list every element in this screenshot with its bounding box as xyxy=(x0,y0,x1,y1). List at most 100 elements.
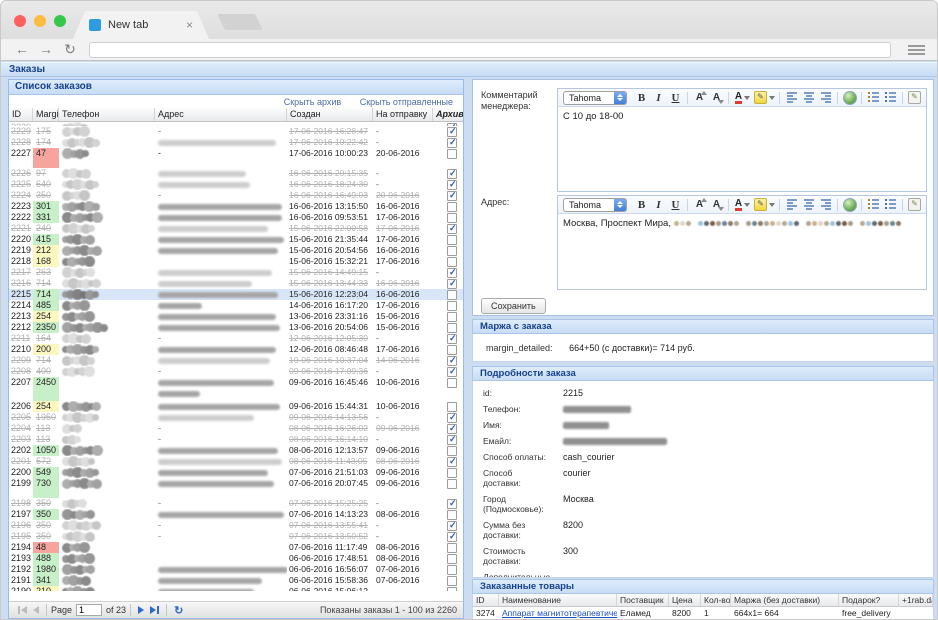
archived-checkbox[interactable] xyxy=(447,345,457,355)
archived-checkbox[interactable] xyxy=(447,334,457,344)
underline-icon[interactable] xyxy=(668,90,683,105)
back-icon[interactable]: ← xyxy=(13,41,31,57)
order-row-2193[interactable]: 219348806-06-2016 17:48:5108-06-2016 xyxy=(9,553,463,564)
product-link[interactable]: Аппарат магнитотерапевтический ... xyxy=(502,608,617,618)
product-column-header-1[interactable]: Наименование xyxy=(499,594,617,606)
underline-icon[interactable] xyxy=(668,197,683,212)
archived-checkbox[interactable] xyxy=(447,127,457,137)
archived-checkbox[interactable] xyxy=(447,224,457,234)
order-row-2195[interactable]: 2195350-07-06-2016 13:50:52- xyxy=(9,531,463,542)
order-row-2211[interactable]: 2211164-12-06-2016 12:05:30- xyxy=(9,333,463,344)
order-row-2210[interactable]: 221020012-06-2016 08:46:4817-06-2016 xyxy=(9,344,463,355)
refresh-icon[interactable]: ↻ xyxy=(174,604,183,617)
zoom-window-button[interactable] xyxy=(54,15,66,27)
highlight-icon[interactable] xyxy=(754,197,775,212)
forward-icon[interactable]: → xyxy=(37,41,55,57)
align-left-icon[interactable] xyxy=(784,90,799,105)
hide-sent-link[interactable]: Скрыть отправленные xyxy=(360,97,453,107)
next-page-icon[interactable] xyxy=(138,606,144,614)
font-increase-icon[interactable] xyxy=(692,90,707,105)
order-row-2219[interactable]: 221921215-06-2016 20:54:5616-06-2016 xyxy=(9,245,463,256)
column-header-3[interactable]: Адрес xyxy=(155,108,287,121)
product-column-header-3[interactable]: Цена xyxy=(669,594,701,606)
edit-source-icon[interactable] xyxy=(907,90,922,105)
first-page-icon[interactable] xyxy=(18,606,27,614)
archived-checkbox[interactable] xyxy=(447,246,457,256)
archived-checkbox[interactable] xyxy=(447,367,457,377)
archived-checkbox[interactable] xyxy=(447,356,457,366)
font-family-select[interactable]: Tahoma xyxy=(563,198,627,212)
archived-checkbox[interactable] xyxy=(447,532,457,542)
archived-checkbox[interactable] xyxy=(447,413,457,423)
archived-checkbox[interactable] xyxy=(447,378,457,388)
ordered-list-icon[interactable] xyxy=(866,197,881,212)
archived-checkbox[interactable] xyxy=(447,479,457,489)
archived-checkbox[interactable] xyxy=(447,279,457,289)
order-row-2198[interactable]: 2198350-07-06-2016 15:25:25- xyxy=(9,498,463,509)
edit-source-icon[interactable] xyxy=(907,197,922,212)
menu-icon[interactable] xyxy=(908,45,925,57)
archived-checkbox[interactable] xyxy=(447,435,457,445)
font-family-select[interactable]: Tahoma xyxy=(563,91,627,105)
archived-checkbox[interactable] xyxy=(447,499,457,509)
archived-checkbox[interactable] xyxy=(447,521,457,531)
order-row-2207[interactable]: 2207245009-06-2016 16:45:4610-06-2016 xyxy=(9,377,463,401)
align-center-icon[interactable] xyxy=(801,197,816,212)
order-row-2228[interactable]: 222817417-06-2016 10:22:42- xyxy=(9,137,463,148)
archived-checkbox[interactable] xyxy=(447,213,457,223)
order-row-2197[interactable]: 219735007-06-2016 14:13:2308-06-2016 xyxy=(9,509,463,520)
browser-tab[interactable]: New tab × xyxy=(73,11,209,39)
archived-checkbox[interactable] xyxy=(447,301,457,311)
url-input[interactable] xyxy=(89,42,891,58)
order-row-2196[interactable]: 2196350-07-06-2016 13:55:41- xyxy=(9,520,463,531)
archived-checkbox[interactable] xyxy=(447,290,457,300)
italic-icon[interactable] xyxy=(651,90,666,105)
product-column-header-5[interactable]: Маржа (без доставки) xyxy=(731,594,839,606)
order-row-2194[interactable]: 21944807-06-2016 11:17:4908-06-2016 xyxy=(9,542,463,553)
order-row-2191[interactable]: 219134106-06-2016 15:58:3607-06-2016 xyxy=(9,575,463,586)
order-row-2200[interactable]: 220054907-06-2016 21:51:0309-06-2016 xyxy=(9,467,463,478)
archived-checkbox[interactable] xyxy=(447,312,457,322)
hide-archive-link[interactable]: Скрыть архив xyxy=(284,97,341,107)
product-column-header-7[interactable]: +1rab.day xyxy=(899,594,933,606)
address-textarea[interactable]: Москва, Проспект Мира, xyxy=(558,214,926,233)
unordered-list-icon[interactable] xyxy=(883,197,898,212)
comment-textarea[interactable]: С 10 до 18-00 xyxy=(558,107,926,126)
last-page-icon[interactable] xyxy=(150,606,159,614)
close-window-button[interactable] xyxy=(14,15,26,27)
product-column-header-0[interactable]: ID xyxy=(473,594,499,606)
archived-checkbox[interactable] xyxy=(447,457,457,467)
archived-checkbox[interactable] xyxy=(447,257,457,267)
order-row-2217[interactable]: 221726315-06-2016 14:49:15- xyxy=(9,267,463,278)
order-row-2226[interactable]: 22269716-06-2016 20:15:35- xyxy=(9,168,463,179)
column-header-2[interactable]: Телефон xyxy=(59,108,155,121)
order-row-2208[interactable]: 2208400-09-06-2016 17:09:36- xyxy=(9,366,463,377)
product-column-header-6[interactable]: Подарок? xyxy=(839,594,899,606)
bold-icon[interactable] xyxy=(634,90,649,105)
archived-checkbox[interactable] xyxy=(447,202,457,212)
archived-checkbox[interactable] xyxy=(447,235,457,245)
archived-checkbox[interactable] xyxy=(447,323,457,333)
archived-checkbox[interactable] xyxy=(447,587,457,591)
column-header-4[interactable]: Создан xyxy=(287,108,373,121)
align-right-icon[interactable] xyxy=(818,90,833,105)
archived-checkbox[interactable] xyxy=(447,554,457,564)
order-row-2222[interactable]: 222233116-06-2016 09:53:5117-06-2016 xyxy=(9,212,463,223)
font-increase-icon[interactable] xyxy=(692,197,707,212)
order-row-2212[interactable]: 2212235013-06-2016 20:54:0615-06-2016 xyxy=(9,322,463,333)
column-header-1[interactable]: Margin xyxy=(33,108,59,121)
font-color-icon[interactable] xyxy=(733,197,752,212)
order-row-2199[interactable]: 219973007-06-2016 20:07:4509-06-2016 xyxy=(9,478,463,498)
archived-checkbox[interactable] xyxy=(447,149,457,159)
minimize-window-button[interactable] xyxy=(34,15,46,27)
order-row-2220[interactable]: 222041515-06-2016 21:35:4417-06-2016 xyxy=(9,234,463,245)
archived-checkbox[interactable] xyxy=(447,446,457,456)
order-row-2227[interactable]: 222747-17-06-2016 10:00:2320-06-2016 xyxy=(9,148,463,168)
archived-checkbox[interactable] xyxy=(447,180,457,190)
archived-checkbox[interactable] xyxy=(447,510,457,520)
font-decrease-icon[interactable] xyxy=(709,197,724,212)
order-row-2190[interactable]: 219021006-06-2016 15:06:12- xyxy=(9,586,463,591)
order-row-2213[interactable]: 221325413-06-2016 23:31:1615-06-2016 xyxy=(9,311,463,322)
font-decrease-icon[interactable] xyxy=(709,90,724,105)
new-tab-button[interactable] xyxy=(217,14,262,30)
